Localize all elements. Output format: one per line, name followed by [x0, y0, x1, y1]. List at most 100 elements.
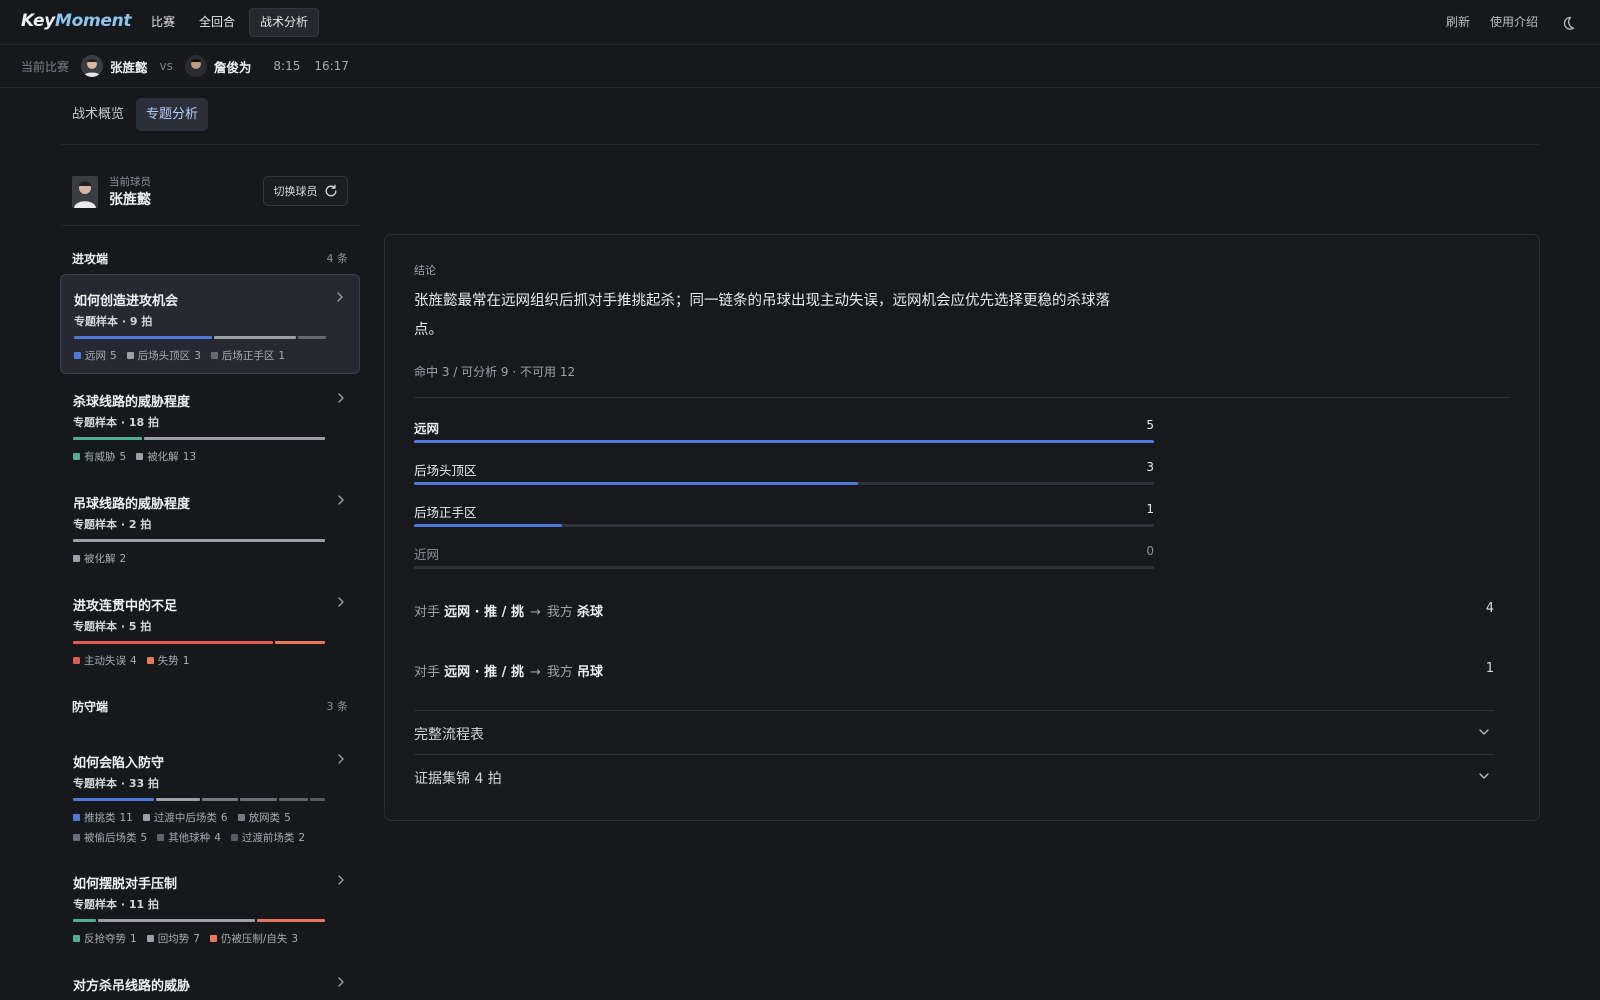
topic-card-title: 如何会陷入防守 [73, 756, 165, 771]
topic-card[interactable]: 对方杀吊线路的威胁专题样本 · 19 拍 [60, 960, 360, 1000]
hit-stats: 命中 3 / 可分析 9 · 不可用 12 [414, 365, 576, 379]
legend-item: 其他球种 4 [157, 830, 221, 845]
distribution-segment [73, 641, 273, 644]
distribution-legend: 远网 5 后场头顶区 3 后场正手区 1 [74, 348, 344, 363]
legend-item: 反抢夺势 1 [73, 931, 137, 946]
defense-section-header: 防守端 3 条 [72, 698, 348, 715]
legend-item: 被偷后场类 5 [73, 830, 147, 845]
topic-card[interactable]: 进攻连贯中的不足 专题样本 · 5 拍主动失误 4 失势 1 [60, 580, 360, 676]
logo-moment: Moment [54, 11, 132, 31]
refresh-button[interactable]: 刷新 [1442, 8, 1474, 37]
distribution-bar [73, 539, 325, 542]
nav-tactical-analysis[interactable]: 战术分析 [249, 8, 320, 37]
legend-item: 失势 1 [146, 653, 189, 668]
switch-player-button[interactable]: 切换球员 [263, 176, 348, 206]
flow-opponent-zone: 远网 · 推 / 挑 [444, 605, 524, 620]
top-nav: KeyMoment 比赛 全回合 战术分析 刷新 使用介绍 [0, 0, 1600, 45]
nav-links: 比赛 全回合 战术分析 [141, 8, 320, 37]
legend-label: 有威胁 [84, 451, 116, 463]
distribution-bar [73, 798, 326, 801]
legend-label: 过渡前场类 [241, 832, 295, 844]
legend-value: 5 [119, 450, 127, 463]
topic-card[interactable]: 如何摆脱对手压制 专题样本 · 11 拍反抢夺势 1 回均势 7 仍被压制/自失 3 [60, 858, 360, 958]
flow-count: 1 [1485, 661, 1494, 676]
tab-topic[interactable]: 专题分析 [136, 98, 209, 131]
distribution-segment [201, 798, 239, 801]
moon-icon[interactable] [1560, 15, 1576, 31]
flow-self-shot: 杀球 [577, 605, 604, 620]
distribution-segment [73, 539, 325, 542]
chevron-down-icon [1479, 729, 1489, 735]
legend-swatch [209, 935, 217, 942]
legend-swatch [237, 814, 245, 821]
defense-section-count: 3 条 [326, 700, 349, 713]
topic-card-sample: 专题样本 · 33 拍 [73, 777, 159, 790]
topic-card-sample: 专题样本 · 11 拍 [73, 898, 159, 911]
topic-card-title: 如何摆脱对手压制 [73, 877, 178, 892]
topic-card-sample: 专题样本 · 9 拍 [74, 315, 153, 328]
legend-value: 1 [130, 932, 137, 945]
flow-self-label: 我方 [546, 665, 573, 680]
legend-swatch [146, 657, 154, 664]
distribution-segment [73, 919, 96, 922]
full-flow-table-toggle[interactable]: 完整流程表 [414, 710, 1494, 754]
tabs-divider [61, 144, 1539, 145]
nav-all-rallies[interactable]: 全回合 [189, 8, 245, 37]
legend-value: 4 [130, 654, 137, 667]
attack-section-title: 进攻端 [72, 252, 109, 266]
legend-label: 被偷后场类 [84, 832, 137, 844]
legend-item: 主动失误 4 [73, 653, 137, 668]
zone-label: 后场正手区 [414, 505, 477, 520]
distribution-segment [257, 919, 325, 922]
chevron-right-icon [338, 875, 344, 885]
legend-label: 反抢夺势 [84, 933, 126, 945]
legend-swatch [136, 453, 144, 460]
evidence-highlights-toggle[interactable]: 证据集锦 4 拍 [414, 754, 1494, 798]
distribution-legend: 反抢夺势 1 回均势 7 仍被压制/自失 3 [73, 931, 343, 946]
flow-opponent-label: 对手 [414, 605, 441, 620]
current-match-label: 当前比赛 [21, 59, 70, 74]
zone-label: 近网 [414, 547, 440, 562]
legend-value: 7 [193, 932, 200, 945]
topic-card-title: 吊球线路的威胁程度 [73, 497, 191, 512]
chevron-right-icon [338, 754, 344, 764]
topic-card[interactable]: 杀球线路的威胁程度 专题样本 · 18 拍有威胁 5 被化解 13 [60, 376, 360, 472]
topic-card[interactable]: 如何会陷入防守 专题样本 · 33 拍推挑类 11 过渡中后场类 6 放网类 5 被偷后场类 5… [60, 737, 360, 847]
distribution-segment [298, 336, 327, 339]
zone-bar-row: 近网 0 [414, 544, 1154, 570]
flow-arrow: → [529, 605, 541, 620]
distribution-bar [73, 437, 325, 440]
logo-key: Key [21, 11, 55, 31]
topic-card[interactable]: 如何创造进攻机会 专题样本 · 9 拍远网 5 后场头顶区 3 后场正手区 1 [60, 274, 360, 374]
legend-label: 过渡中后场类 [153, 812, 217, 824]
topic-card[interactable]: 吊球线路的威胁程度 专题样本 · 2 拍被化解 2 [60, 478, 360, 574]
legend-value: 1 [278, 349, 286, 362]
zone-bar-row: 后场正手区 1 [414, 502, 1154, 528]
app-logo[interactable]: KeyMoment [21, 11, 132, 31]
legend-value: 11 [119, 811, 133, 824]
zone-fill [414, 524, 562, 527]
intro-button[interactable]: 使用介绍 [1486, 8, 1542, 37]
attack-section-count: 4 条 [326, 252, 349, 265]
chevron-right-icon [338, 977, 344, 987]
flow-count: 4 [1485, 601, 1494, 616]
topic-card-title: 杀球线路的威胁程度 [73, 395, 191, 410]
zone-label: 远网 [414, 421, 440, 436]
legend-label: 后场正手区 [221, 350, 275, 362]
nav-matches[interactable]: 比赛 [141, 8, 185, 37]
legend-label: 后场头顶区 [137, 350, 191, 362]
legend-value: 2 [119, 552, 127, 565]
player-divider [61, 225, 360, 226]
legend-label: 远网 [85, 350, 106, 362]
accordion-label: 完整流程表 [414, 727, 484, 743]
zone-track [414, 566, 1154, 569]
tab-overview[interactable]: 战术概览 [62, 98, 134, 131]
legend-value: 6 [220, 811, 228, 824]
refresh-icon [325, 184, 336, 197]
legend-item: 放网类 5 [237, 810, 291, 825]
conclusion-label: 结论 [414, 264, 436, 277]
topic-detail-panel: 结论 张旌懿最常在远网组织后抓对手推挑起杀；同一链条的吊球出现主动失误，远网机会… [384, 234, 1540, 821]
chevron-right-icon [338, 597, 344, 607]
zone-value: 0 [1146, 544, 1154, 558]
zone-value: 3 [1146, 460, 1154, 474]
